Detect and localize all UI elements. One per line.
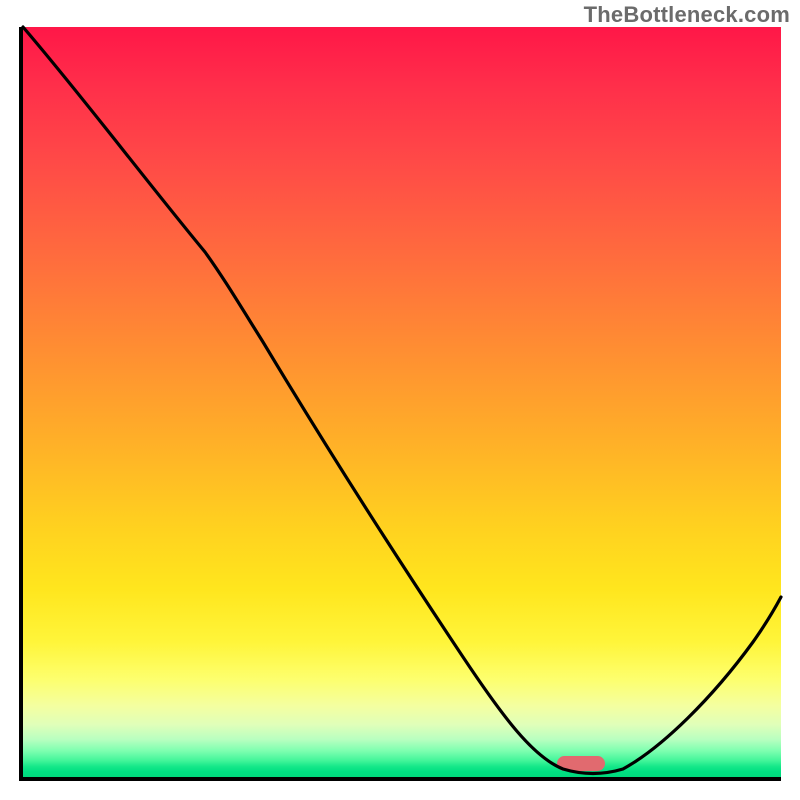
attribution-label: TheBottleneck.com bbox=[584, 2, 790, 28]
curve-path bbox=[23, 27, 781, 774]
bottleneck-curve bbox=[23, 27, 781, 777]
plot-area bbox=[19, 27, 781, 781]
chart-frame: TheBottleneck.com bbox=[0, 0, 800, 800]
